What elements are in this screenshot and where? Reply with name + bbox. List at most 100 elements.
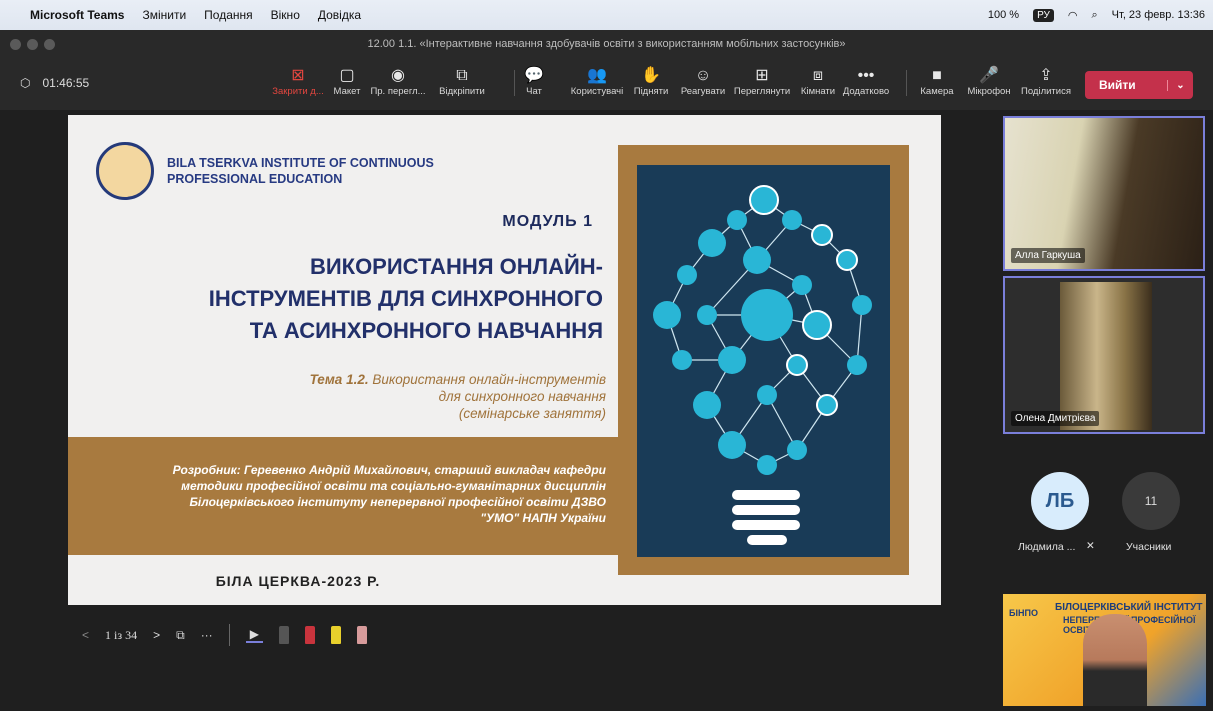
avatar-name: Людмила ... (1018, 541, 1076, 553)
toolbar-button-people[interactable]: 👥 Користувачі (567, 66, 627, 97)
bulb-base-stripe (732, 520, 800, 530)
pen-black-icon[interactable] (278, 626, 289, 644)
slide-controls: < 1 із 34 > ⧉ ··· ▶ (68, 620, 367, 650)
toolbar-button-mic[interactable]: 🎤 Мікрофон (959, 66, 1019, 97)
topic-line: для синхронного навчання (438, 389, 606, 404)
network-node (698, 229, 726, 257)
popout-icon: ⧉ (456, 67, 468, 84)
network-node (653, 301, 681, 329)
meeting-timer: ⬡ 01:46:55 (20, 76, 89, 90)
toolbar-button-label: Камера (920, 86, 954, 97)
author-line: Білоцерківського інституту неперервної п… (189, 495, 606, 509)
lightbulb-network-icon (653, 185, 872, 545)
prev-slide-icon[interactable]: < (82, 628, 89, 642)
institute-name: BILA TSERKVA INSTITUTE OF CONTINUOUS PRO… (167, 155, 434, 187)
leave-button[interactable]: Вийти ⌄ (1085, 71, 1193, 99)
toolbar-divider (514, 70, 515, 96)
next-slide-icon[interactable]: > (153, 628, 160, 642)
shared-slide: BILA TSERKVA INSTITUTE OF CONTINUOUS PRO… (68, 115, 941, 605)
network-node (677, 265, 697, 285)
more-options-icon[interactable]: ··· (201, 628, 213, 642)
toolbar-button-label: Поділитися (1021, 86, 1071, 97)
toolbar-button-view-grid[interactable]: ⊞ Переглянути (732, 66, 792, 97)
avatar[interactable]: ЛБ (1031, 472, 1089, 530)
toolbar-button-label: Відкріпити (439, 86, 485, 97)
slides-grid-icon[interactable]: ⧉ (176, 628, 185, 643)
close-window-icon[interactable] (10, 39, 21, 50)
toolbar-button-share[interactable]: ⇪ Поділитися (1016, 66, 1076, 97)
network-node (811, 224, 833, 246)
mic-icon: 🎤 (979, 67, 999, 84)
toolbar-button-label: Макет (333, 86, 361, 97)
toolbar-button-more[interactable]: ••• Додатково (836, 66, 896, 97)
layout-icon: ▢ (339, 67, 355, 84)
minimize-window-icon[interactable] (27, 39, 38, 50)
toolbar-button-raise-hand[interactable]: ✋ Підняти (621, 66, 681, 97)
network-node (836, 249, 858, 271)
participant-count[interactable]: 11 (1122, 472, 1180, 530)
toolbar-button-label: Реагувати (680, 86, 726, 97)
timer-text: 01:46:55 (42, 76, 90, 90)
network-node (757, 385, 777, 405)
clock[interactable]: Чт, 23 февр. 13:36 (1112, 9, 1205, 21)
network-node (786, 354, 808, 376)
search-icon[interactable]: ⌕ (1092, 9, 1098, 22)
toolbar-button-chat[interactable]: 💬 Чат (504, 66, 564, 97)
video-tile-2[interactable]: Олена Дмитрієва (1003, 276, 1205, 434)
toolbar-button-label: Чат (526, 86, 542, 97)
pen-red-icon[interactable] (304, 626, 315, 644)
bulb-base-stripe (732, 505, 800, 515)
app-name[interactable]: Microsoft Teams (30, 8, 124, 22)
author-text: Розробник: Геревенко Андрій Михайлович, … (68, 462, 606, 526)
topic-label: Тема 1.2. (309, 372, 369, 387)
battery-percent: 100 % (987, 9, 1020, 21)
menu-help[interactable]: Довідка (318, 8, 361, 22)
toolbar-button-view[interactable]: ◉ Пр. перегл... (368, 66, 428, 97)
eraser-icon[interactable] (356, 626, 367, 644)
title-line: ВИКОРИСТАННЯ ОНЛАЙН- (309, 254, 603, 279)
more-icon: ••• (857, 67, 875, 84)
module-label: МОДУЛЬ 1 (502, 213, 593, 230)
network-node (741, 289, 793, 341)
window-titlebar: 12.00 1.1. «Інтерактивне навчання здобув… (0, 30, 1213, 58)
topic-line: Використання онлайн-інструментів (372, 372, 606, 387)
toolbar-divider (906, 70, 907, 96)
institute-line: PROFESSIONAL EDUCATION (167, 172, 343, 186)
network-node (782, 210, 802, 230)
menu-edit[interactable]: Змінити (142, 8, 186, 22)
network-node (672, 350, 692, 370)
window-controls[interactable] (10, 39, 55, 50)
network-node (847, 355, 867, 375)
title-line: ІНСТРУМЕНТІВ ДЛЯ СИНХРОННОГО (208, 286, 603, 311)
toolbar-button-camera[interactable]: ■ Камера (907, 66, 967, 97)
presenter-video (1083, 614, 1147, 706)
self-view[interactable]: БІНПО БІЛОЦЕРКІВСЬКИЙ ІНСТИТУТ НЕПЕРЕРВН… (1003, 594, 1206, 706)
menu-window[interactable]: Вікно (271, 8, 300, 22)
toolbar-button-label: Переглянути (733, 86, 791, 97)
bulb-base-stripe (747, 535, 787, 545)
network-node (693, 391, 721, 419)
network-node (852, 295, 872, 315)
participant-name: Алла Гаркуша (1011, 248, 1085, 263)
toolbar-button-label: Мікрофон (967, 86, 1011, 97)
network-node (727, 210, 747, 230)
toolbar-button-popout[interactable]: ⧉ Відкріпити (432, 66, 492, 97)
divider (228, 624, 230, 646)
menu-view[interactable]: Подання (204, 8, 252, 22)
chevron-down-icon[interactable]: ⌄ (1167, 79, 1193, 91)
input-language[interactable]: РУ (1033, 8, 1054, 22)
bulb-base-stripe (732, 490, 800, 500)
highlighter-icon[interactable] (330, 626, 341, 644)
toolbar-button-label: Підняти (633, 86, 669, 97)
video-tile-1[interactable]: Алла Гаркуша (1003, 116, 1205, 271)
mac-menubar: Microsoft Teams Змінити Подання Вікно До… (0, 0, 1213, 30)
network-node (757, 455, 777, 475)
pointer-tool-icon[interactable]: ▶ (245, 627, 263, 643)
video-feed (1060, 282, 1152, 430)
institute-logo (96, 142, 154, 200)
network-node (802, 310, 832, 340)
wifi-icon[interactable]: ◠ (1068, 9, 1078, 22)
toolbar-button-react[interactable]: ☺ Реагувати (673, 66, 733, 97)
network-node (743, 246, 771, 274)
zoom-window-icon[interactable] (44, 39, 55, 50)
